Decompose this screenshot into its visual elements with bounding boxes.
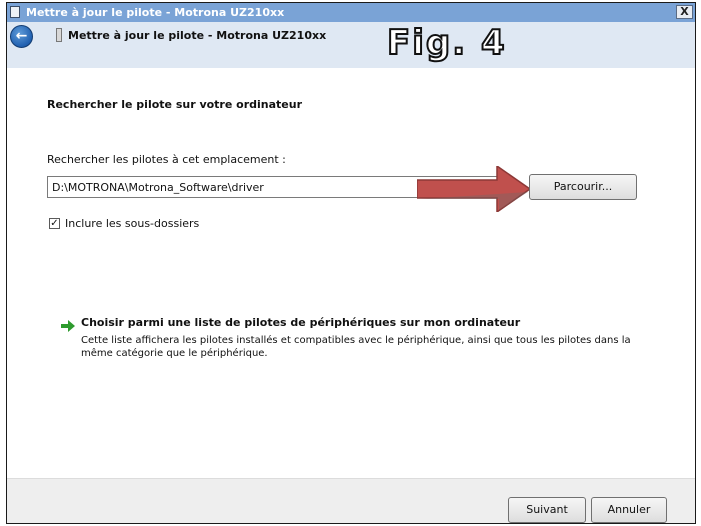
wizard-header: ← Mettre à jour le pilote - Motrona UZ21… bbox=[7, 22, 695, 68]
window-title: Mettre à jour le pilote - Motrona UZ210x… bbox=[26, 6, 285, 19]
include-subfolders-checkbox[interactable]: ✓ bbox=[49, 218, 60, 229]
path-label: Rechercher les pilotes à cet emplacement… bbox=[47, 153, 286, 166]
pick-driver-list-description: Cette liste affichera les pilotes instal… bbox=[81, 335, 631, 359]
device-icon bbox=[56, 28, 62, 42]
back-arrow-icon[interactable]: ← bbox=[10, 25, 33, 48]
device-icon bbox=[10, 6, 20, 18]
red-arrow-icon bbox=[417, 166, 532, 212]
cancel-button[interactable]: Annuler bbox=[591, 497, 667, 523]
include-subfolders-label: Inclure les sous-dossiers bbox=[65, 217, 200, 230]
wizard-footer: Suivant Annuler bbox=[7, 478, 695, 523]
browse-button[interactable]: Parcourir... bbox=[529, 174, 637, 200]
pick-driver-list-link[interactable]: Choisir parmi une liste de pilotes de pé… bbox=[81, 316, 520, 329]
figure-label: Fig. 4 bbox=[386, 22, 507, 64]
section-heading: Rechercher le pilote sur votre ordinateu… bbox=[47, 98, 303, 111]
green-arrow-icon bbox=[61, 320, 75, 332]
next-button[interactable]: Suivant bbox=[508, 497, 586, 523]
wizard-title: Mettre à jour le pilote - Motrona UZ210x… bbox=[68, 29, 327, 42]
update-driver-window: Mettre à jour le pilote - Motrona UZ210x… bbox=[6, 2, 696, 524]
title-bar: Mettre à jour le pilote - Motrona UZ210x… bbox=[7, 3, 695, 22]
wizard-content: Rechercher le pilote sur votre ordinateu… bbox=[7, 68, 695, 478]
close-button[interactable]: X bbox=[676, 5, 693, 19]
